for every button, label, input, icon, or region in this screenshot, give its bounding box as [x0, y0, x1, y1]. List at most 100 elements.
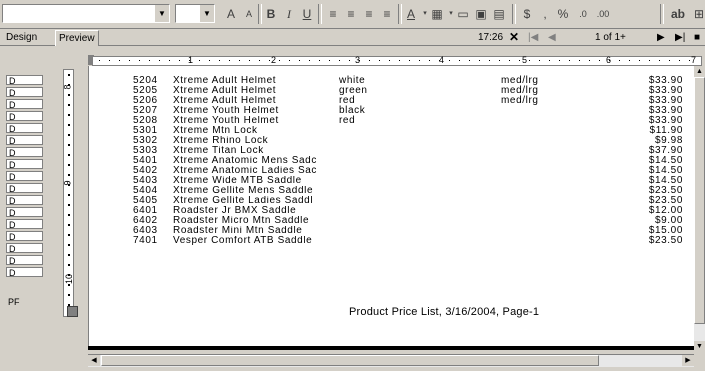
product-price: $23.50 [648, 235, 683, 246]
ruler-tick [68, 284, 70, 286]
detail-section-marker[interactable]: D [6, 243, 43, 254]
detail-section-marker[interactable]: D [6, 99, 43, 110]
percent-button[interactable]: % [554, 5, 572, 23]
detail-section-marker[interactable]: D [6, 231, 43, 242]
detail-section-marker[interactable]: D [6, 159, 43, 170]
ruler-tick [169, 60, 170, 61]
chevron-down-icon[interactable]: ▼ [154, 5, 169, 22]
scroll-up-icon[interactable]: ▲ [694, 66, 705, 77]
insert-chart-icon[interactable]: ▤ [490, 5, 508, 23]
vertical-scrollbar[interactable]: ▲ ▼ [694, 66, 705, 352]
ruler-tick [639, 60, 640, 61]
chevron-down-icon[interactable]: ▼ [199, 5, 214, 22]
align-left-icon[interactable]: ≡ [324, 5, 342, 23]
ruler-tick [449, 60, 450, 61]
bold-button[interactable]: B [262, 5, 280, 23]
ruler-tick [629, 60, 630, 61]
next-page-icon[interactable]: ▶ [657, 30, 665, 45]
ruler-tick [68, 234, 70, 236]
detail-section-marker[interactable]: D [6, 147, 43, 158]
report-row: 7401 Vesper Comfort ATB Saddle $23.50 [89, 236, 689, 246]
ruler-tick [68, 164, 70, 166]
product-color: red [339, 115, 356, 126]
product-name: Vesper Comfort ATB Saddle [173, 236, 313, 246]
ruler-tick [99, 60, 100, 61]
ruler-tick [329, 60, 330, 61]
tab-preview[interactable]: Preview [55, 30, 99, 46]
italic-button[interactable]: I [280, 5, 298, 23]
ruler-tick [68, 274, 70, 276]
detail-section-marker[interactable]: D [6, 219, 43, 230]
ruler-tick [599, 60, 600, 61]
detail-section-marker[interactable]: D [6, 267, 43, 278]
product-name: Xtreme Mtn Lock [173, 126, 258, 136]
object-combo[interactable]: ▼ [2, 4, 170, 23]
close-icon[interactable]: ✕ [509, 30, 519, 45]
scroll-thumb[interactable] [101, 355, 599, 366]
underline-button[interactable]: U [298, 5, 316, 23]
ruler-tick [159, 60, 160, 61]
product-name: Xtreme Anatomic Ladies Sac [173, 166, 317, 176]
ruler-tick [68, 294, 70, 296]
align-center-icon[interactable]: ≡ [342, 5, 360, 23]
detail-section-marker[interactable]: D [6, 87, 43, 98]
ruler-tick [559, 60, 560, 61]
ruler-tick [319, 60, 320, 61]
ruler-tick [539, 60, 540, 61]
product-name: Xtreme Titan Lock [173, 146, 264, 156]
justify-icon[interactable]: ≡ [378, 5, 396, 23]
last-page-icon[interactable]: ▶| [675, 30, 685, 45]
report-row: 5404 Xtreme Gellite Mens Saddle $23.50 [89, 186, 689, 196]
ruler-tick [279, 60, 280, 61]
field-icon[interactable]: ⊞ [690, 5, 705, 23]
decrease-decimal-icon[interactable]: .00 [594, 5, 612, 23]
scroll-left-icon[interactable]: ◀ [88, 355, 100, 366]
text-object-button[interactable]: ab [667, 5, 689, 23]
ruler-tick [239, 60, 240, 61]
detail-section-marker[interactable]: D [6, 75, 43, 86]
detail-section-marker[interactable]: D [6, 171, 43, 182]
product-size: med/lrg [501, 95, 539, 106]
ruler-number: 7 [691, 55, 697, 65]
detail-section-marker[interactable]: D [6, 135, 43, 146]
ruler-tick [68, 154, 70, 156]
ruler-tick [229, 60, 230, 61]
detail-section-marker[interactable]: D [6, 195, 43, 206]
ruler-tick [249, 60, 250, 61]
align-right-icon[interactable]: ≡ [360, 5, 378, 23]
time-label: 17:26 [478, 32, 504, 43]
scroll-down-icon[interactable]: ▼ [694, 341, 705, 352]
ruler-tick [68, 74, 70, 76]
detail-section-marker[interactable]: D [6, 207, 43, 218]
ruler-tick [339, 60, 340, 61]
currency-button[interactable]: $ [518, 5, 536, 23]
ruler-tick [499, 60, 500, 61]
scroll-thumb[interactable] [694, 77, 705, 324]
detail-section-marker[interactable]: D [6, 255, 43, 266]
stop-icon[interactable]: ■ [694, 30, 700, 45]
product-name: Xtreme Anatomic Mens Sadc [173, 156, 317, 166]
increase-decimal-icon[interactable]: .0 [574, 5, 592, 23]
insert-picture-icon[interactable]: ▣ [472, 5, 490, 23]
ruler-tick [529, 60, 530, 61]
ruler-tick [389, 60, 390, 61]
detail-section-marker[interactable]: D [6, 123, 43, 134]
detail-section-marker[interactable]: D [6, 111, 43, 122]
comma-style-icon[interactable]: , [536, 5, 554, 23]
ruler-tick [309, 60, 310, 61]
ruler-tick [269, 60, 270, 61]
ruler-tick [369, 60, 370, 61]
first-page-icon[interactable]: |◀ [528, 30, 538, 45]
report-row: 5208 Xtreme Youth Helmet red $33.90 [89, 116, 689, 126]
font-size-combo[interactable]: ▼ [175, 4, 215, 23]
tab-design[interactable]: Design [3, 30, 40, 45]
detail-section-marker[interactable]: D [6, 183, 43, 194]
horizontal-scrollbar[interactable]: ◀ ▶ [88, 354, 694, 367]
product-name: Roadster Micro Mtn Saddle [173, 216, 310, 226]
scroll-right-icon[interactable]: ▶ [682, 355, 694, 366]
insert-object-icon[interactable]: ▭ [454, 5, 472, 23]
decrease-font-icon[interactable]: A [240, 5, 258, 23]
ruler-tick [68, 84, 70, 86]
previous-page-icon[interactable]: ◀ [548, 30, 556, 45]
increase-font-icon[interactable]: A [222, 5, 240, 23]
